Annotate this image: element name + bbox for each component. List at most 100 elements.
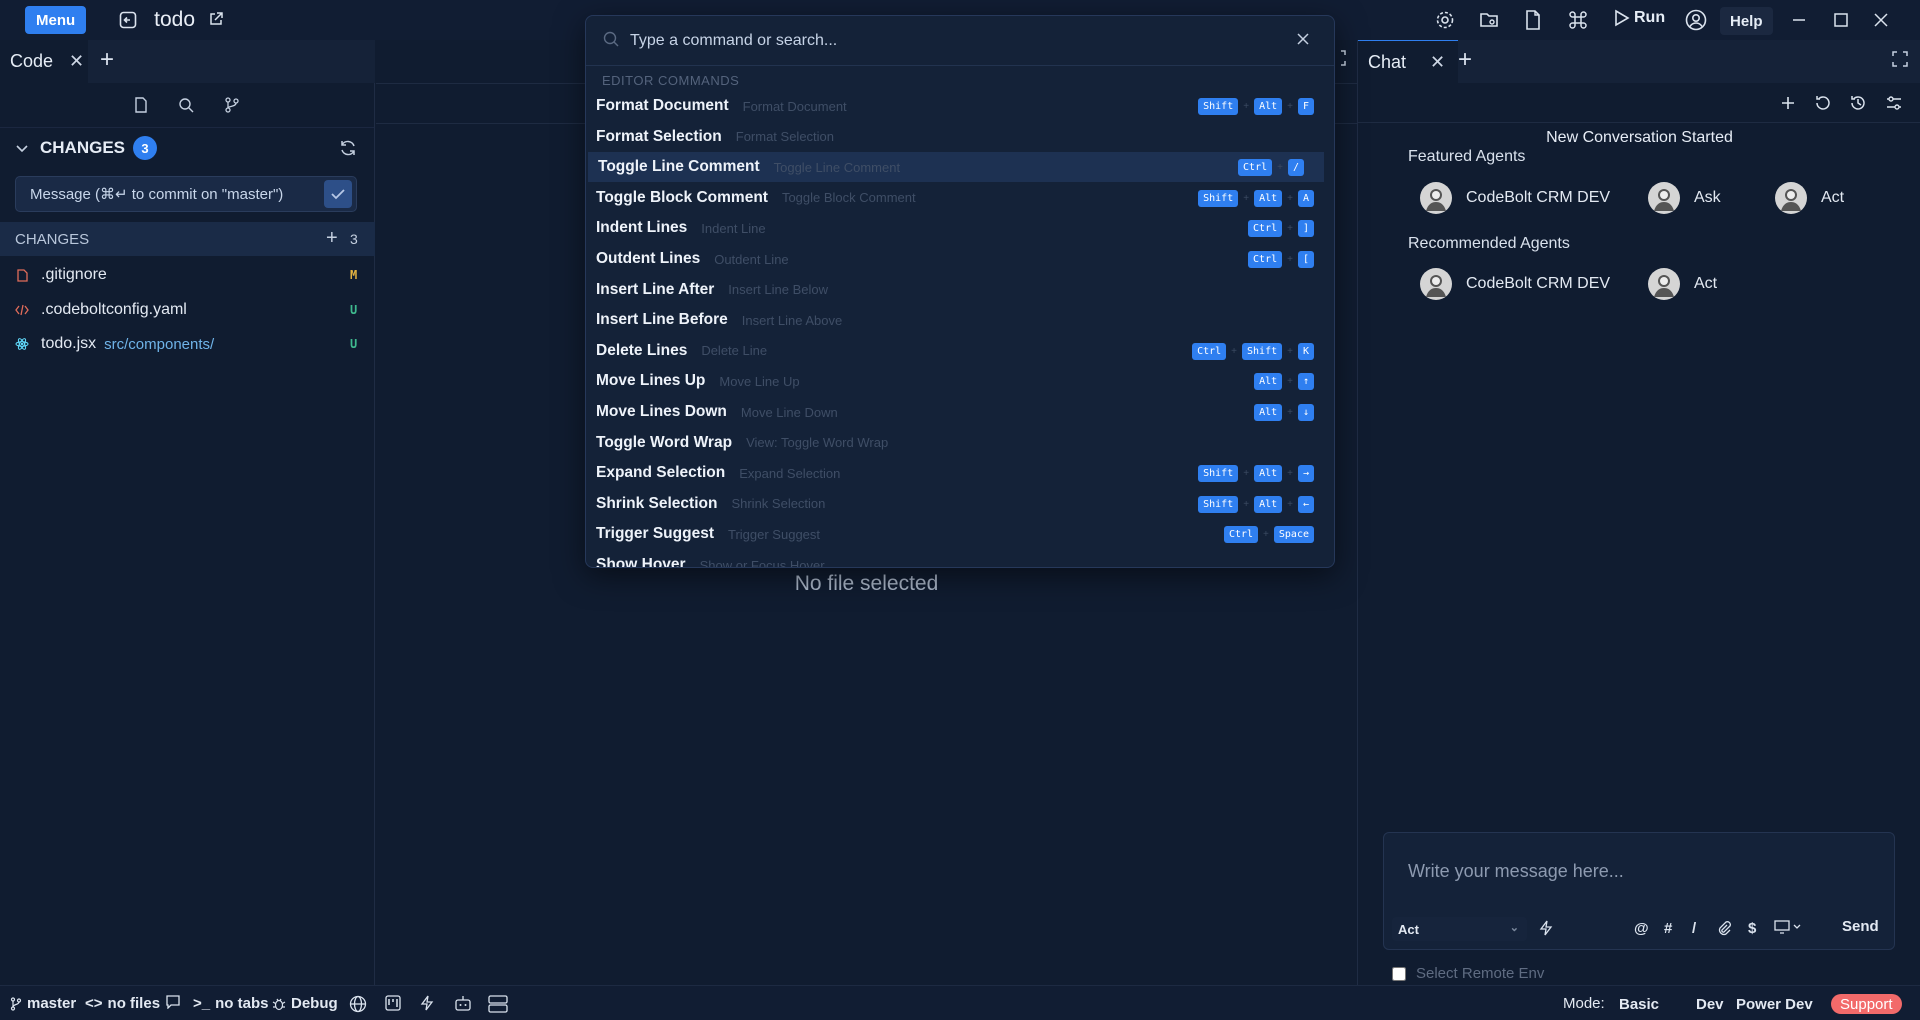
remote-env-label: Select Remote Env: [1416, 965, 1545, 982]
command-item[interactable]: Trigger Suggest Trigger Suggest Ctrl + Space: [586, 519, 1334, 549]
command-item[interactable]: Toggle Line Comment Toggle Line Comment Ct…: [588, 152, 1324, 183]
changed-file-row[interactable]: .codeboltconfig.yaml U: [0, 295, 375, 325]
back-icon[interactable]: [118, 10, 138, 30]
external-link-icon[interactable]: [209, 11, 223, 29]
tab-chat[interactable]: Chat ✕: [1358, 40, 1458, 83]
screen-select-icon[interactable]: [1774, 920, 1802, 938]
reset-icon[interactable]: [1813, 93, 1833, 113]
source-control-icon[interactable]: [224, 97, 242, 115]
chat-message-input[interactable]: [1384, 833, 1894, 913]
command-item[interactable]: Indent Lines Indent Line Ctrl +]: [586, 213, 1334, 243]
agent-avatar: [1648, 182, 1680, 214]
command-item[interactable]: Toggle Word Wrap View: Toggle Word Wrap: [586, 428, 1334, 458]
fullscreen-icon[interactable]: [1892, 51, 1908, 70]
command-item[interactable]: Delete Lines Delete Line Ctrl + Shift + K: [586, 336, 1334, 366]
send-button[interactable]: Send: [1842, 918, 1879, 935]
mention-icon[interactable]: @: [1634, 920, 1649, 937]
settings-icon[interactable]: [1433, 8, 1457, 32]
add-tab-icon[interactable]: +: [100, 46, 114, 74]
agent-item[interactable]: CodeBolt CRM DEV: [1420, 182, 1610, 214]
window-close-icon[interactable]: [1869, 8, 1893, 32]
files-status[interactable]: <> no files: [85, 995, 160, 1012]
slash-command-icon[interactable]: /: [1692, 920, 1696, 937]
command-item[interactable]: Show Hover Show or Focus Hover: [586, 550, 1334, 567]
tabs-status[interactable]: >_ no tabs: [193, 995, 268, 1012]
commit-message-input[interactable]: [16, 185, 324, 203]
command-item[interactable]: Insert Line Before Insert Line Above: [586, 305, 1334, 335]
lightning-icon[interactable]: [420, 995, 434, 1011]
debug-status[interactable]: Debug: [272, 995, 338, 1012]
command-name: Insert Line After: [596, 280, 715, 298]
close-icon[interactable]: ✕: [69, 51, 84, 72]
commit-message-box: [15, 176, 357, 212]
changes-header[interactable]: CHANGES 3: [0, 128, 375, 168]
stage-all-icon[interactable]: +: [326, 227, 338, 250]
account-icon[interactable]: [1684, 8, 1708, 32]
menu-button[interactable]: Menu: [25, 6, 87, 34]
chat-tab-bar: Chat ✕ +: [1358, 40, 1920, 83]
new-chat-icon[interactable]: [1778, 93, 1798, 113]
command-item[interactable]: Format Document Format Document Shift + Alt +…: [586, 91, 1334, 121]
commit-check-button[interactable]: [324, 180, 352, 208]
minimize-icon[interactable]: [1787, 8, 1811, 32]
run-button[interactable]: Run: [1614, 9, 1665, 27]
help-button[interactable]: Help: [1720, 7, 1773, 35]
command-item[interactable]: Move Lines Up Move Line Up Alt + ↑: [586, 366, 1334, 396]
add-tab-icon[interactable]: +: [1458, 46, 1472, 74]
changed-file-row[interactable]: .gitignore M: [0, 260, 375, 290]
tab-code[interactable]: Code ✕: [0, 40, 88, 83]
palette-search-input[interactable]: [630, 31, 1334, 50]
chevron-down-icon[interactable]: [16, 140, 28, 156]
command-item[interactable]: Expand Selection Expand Selection Shift + Al…: [586, 458, 1334, 488]
remote-env-checkbox[interactable]: [1392, 966, 1406, 981]
key-cap: ↑: [1297, 373, 1314, 391]
hash-icon[interactable]: #: [1664, 920, 1672, 937]
command-item[interactable]: Format Selection Format Selection: [586, 122, 1334, 152]
changes-group-header[interactable]: CHANGES + 3: [0, 222, 375, 256]
mode-power-dev-button[interactable]: Power Dev: [1729, 993, 1820, 1015]
featured-agents-title: Featured Agents: [1408, 148, 1526, 165]
command-item[interactable]: Insert Line After Insert Line Below: [586, 275, 1334, 305]
agent-item[interactable]: CodeBolt CRM DEV: [1420, 268, 1610, 300]
bot-icon[interactable]: [454, 995, 472, 1011]
dollar-icon[interactable]: $: [1748, 920, 1756, 937]
mode-dev-button[interactable]: Dev: [1689, 993, 1731, 1015]
board-icon[interactable]: [385, 995, 401, 1011]
mode-basic-button[interactable]: Basic: [1612, 993, 1666, 1015]
command-name: Format Selection: [596, 127, 722, 145]
comment-icon[interactable]: [166, 995, 180, 1009]
key-separator: +: [1287, 498, 1293, 510]
search-icon[interactable]: [178, 97, 196, 115]
explorer-icon[interactable]: [134, 97, 152, 115]
agent-item[interactable]: Act: [1775, 182, 1844, 214]
attachment-icon[interactable]: [1717, 920, 1731, 940]
close-icon[interactable]: ✕: [1430, 52, 1445, 73]
command-item[interactable]: Shrink Selection Shrink Selection Shift + Al…: [586, 489, 1334, 519]
branch-status[interactable]: master: [10, 995, 76, 1012]
command-item[interactable]: Move Lines Down Move Line Down Alt + ↓: [586, 397, 1334, 427]
globe-icon[interactable]: [349, 995, 367, 1013]
maximize-icon[interactable]: [1829, 8, 1853, 32]
folder-settings-icon[interactable]: [1477, 8, 1501, 32]
changes-group-count: 3: [350, 231, 358, 247]
close-icon[interactable]: [1295, 31, 1311, 50]
lightning-icon[interactable]: [1539, 920, 1553, 940]
agent-item[interactable]: Act: [1648, 268, 1717, 300]
changed-file-row[interactable]: todo.jsx src/components/ U: [0, 329, 375, 359]
layout-icon[interactable]: [488, 995, 508, 1013]
command-item[interactable]: Outdent Lines Outdent Line Ctrl + [: [586, 244, 1334, 274]
command-description: Toggle Line Comment: [773, 159, 901, 175]
key-cap: K: [1297, 342, 1314, 360]
history-icon[interactable]: [1848, 93, 1868, 113]
refresh-icon[interactable]: [338, 138, 358, 161]
agent-item[interactable]: Ask: [1648, 182, 1721, 214]
command-item[interactable]: Toggle Block Comment Toggle Block Comment…: [586, 183, 1334, 213]
new-file-icon[interactable]: [1521, 8, 1545, 32]
support-button[interactable]: Support: [1831, 994, 1902, 1014]
settings-sliders-icon[interactable]: [1884, 93, 1904, 113]
key-cap: →: [1297, 465, 1314, 483]
command-name: Trigger Suggest: [596, 525, 714, 543]
agent-mode-select[interactable]: Act ⌄: [1392, 917, 1527, 941]
command-icon[interactable]: [1566, 8, 1590, 32]
key-cap: Ctrl: [1248, 220, 1283, 238]
